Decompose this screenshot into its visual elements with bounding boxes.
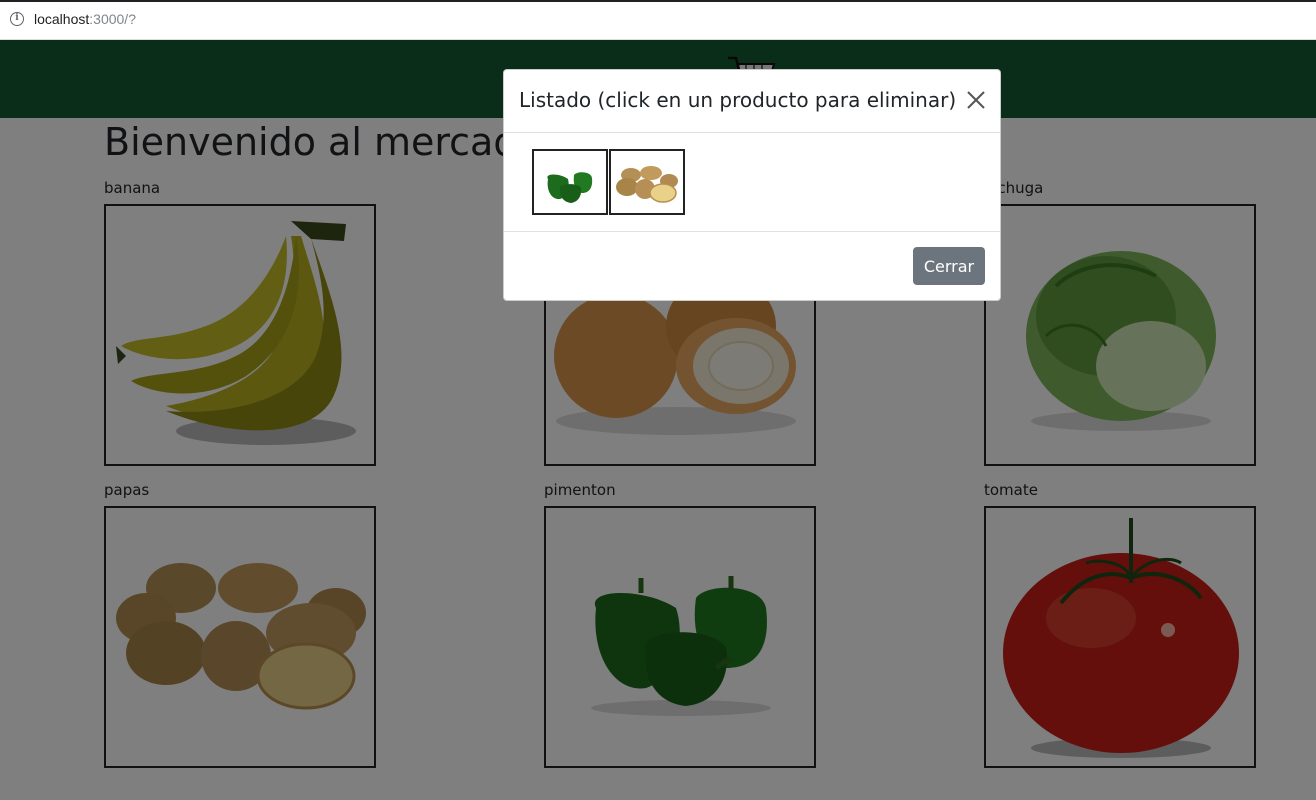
modal-title: Listado (click en un producto para elimi…: [519, 88, 957, 112]
url-field[interactable]: localhost:3000/?: [34, 11, 136, 27]
modal-body: [504, 133, 1000, 232]
cart-modal: Listado (click en un producto para elimi…: [503, 69, 1001, 301]
cart-item-papas[interactable]: [609, 149, 685, 215]
browser-top-edge: [0, 0, 1316, 2]
pepper-icon: [547, 172, 593, 203]
modal-footer: Cerrar: [504, 232, 1000, 300]
site-info-icon[interactable]: i: [10, 12, 24, 26]
cart-item-pimenton[interactable]: [532, 149, 608, 215]
modal-header: Listado (click en un producto para elimi…: [504, 70, 1000, 133]
close-icon[interactable]: [966, 90, 986, 110]
browser-address-bar: i localhost:3000/?: [0, 0, 1316, 40]
close-button[interactable]: Cerrar: [913, 247, 985, 285]
potatoes-icon: [616, 166, 678, 203]
url-path: :3000/?: [89, 11, 136, 27]
url-host: localhost: [34, 11, 90, 27]
